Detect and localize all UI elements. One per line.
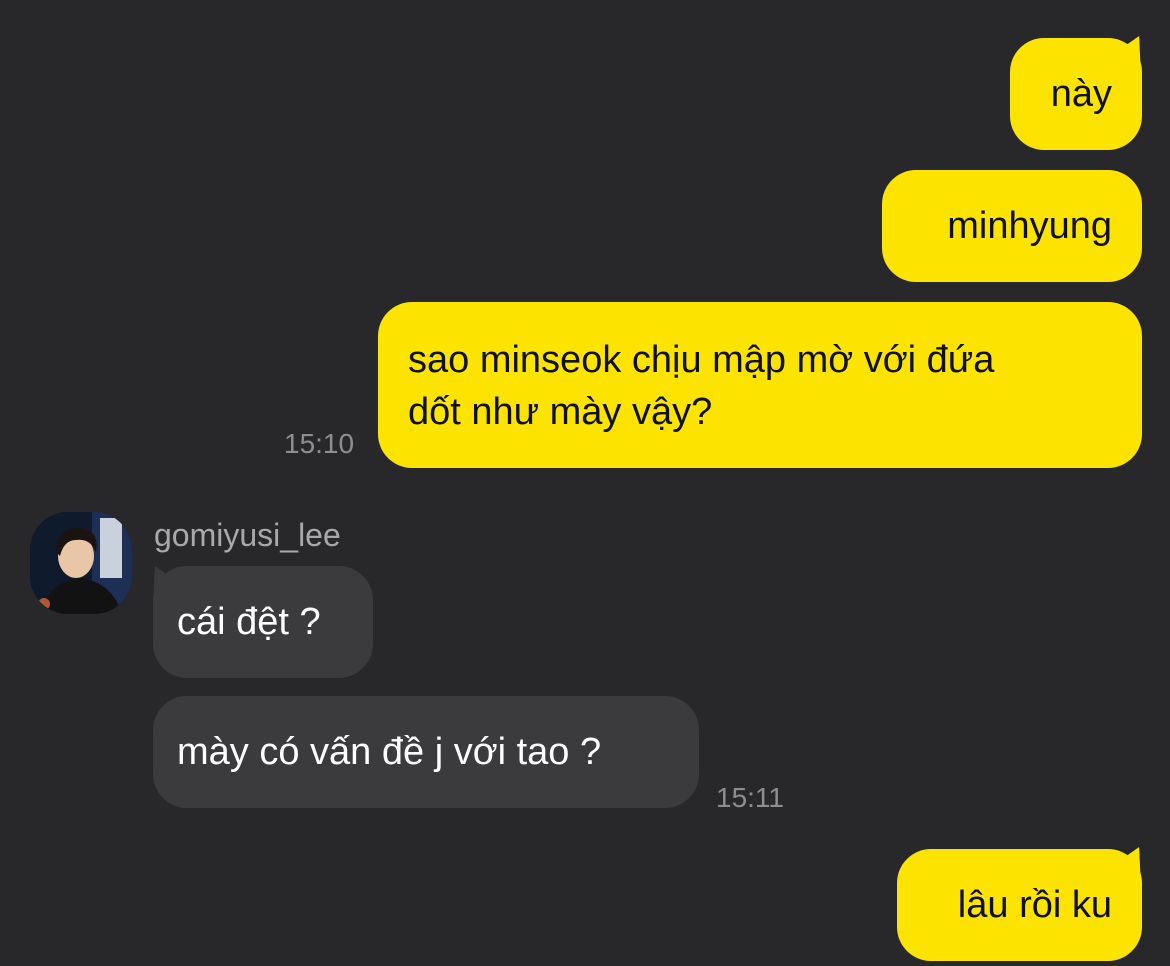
message-text: này bbox=[1050, 73, 1112, 115]
message-text-line: sao minseok chịu mập mờ với đứa bbox=[408, 339, 995, 381]
avatar[interactable] bbox=[30, 512, 132, 614]
outgoing-message[interactable]: minhyung bbox=[882, 170, 1142, 282]
avatar-image bbox=[30, 512, 132, 614]
message-timestamp: 15:10 bbox=[284, 428, 355, 459]
message-text-line: dốt như mày vậy? bbox=[408, 391, 713, 433]
message-timestamp: 15:11 bbox=[716, 782, 784, 813]
outgoing-message[interactable]: lâu rồi ku bbox=[897, 849, 1142, 961]
message-text: cái đệt ? bbox=[177, 601, 321, 643]
message-text: mày có vấn đề j với tao ? bbox=[177, 731, 602, 773]
message-text: minhyung bbox=[947, 205, 1112, 247]
incoming-message[interactable]: mày có vấn đề j với tao ? bbox=[153, 696, 699, 808]
outgoing-message[interactable]: này bbox=[1010, 38, 1142, 150]
message-text: lâu rồi ku bbox=[957, 884, 1112, 926]
sender-name: gomiyusi_lee bbox=[154, 517, 341, 553]
incoming-message[interactable]: cái đệt ? bbox=[153, 566, 373, 678]
outgoing-message[interactable]: sao minseok chịu mập mờ với đứa dốt như … bbox=[378, 302, 1142, 468]
